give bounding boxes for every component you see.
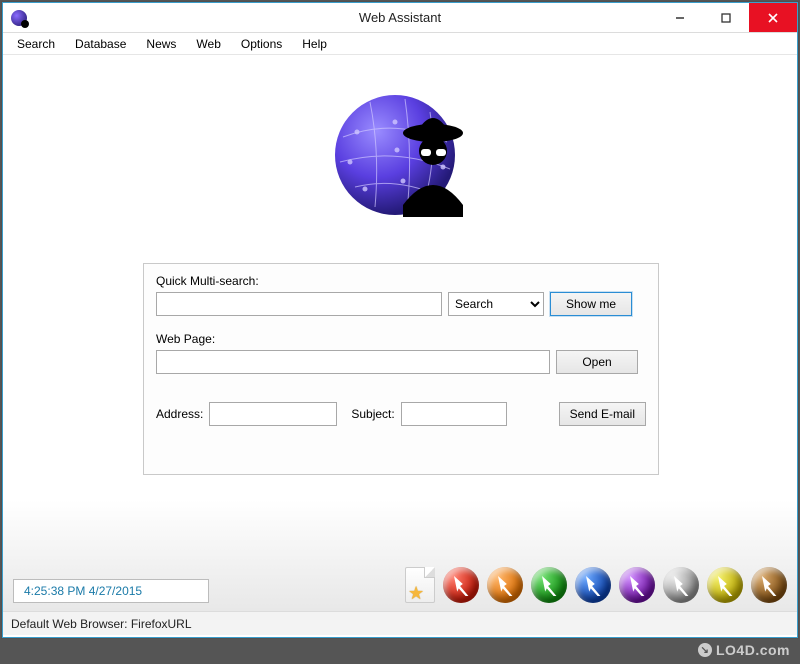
close-button[interactable] [749, 3, 797, 32]
web-page-label: Web Page: [156, 332, 646, 346]
cursor-orb-green-icon[interactable] [531, 567, 567, 603]
clock-display: 4:25:38 PM 4/27/2015 [13, 579, 209, 603]
app-logo-icon [325, 77, 475, 227]
cursor-orb-yellow-icon[interactable] [707, 567, 743, 603]
statusbar: Default Web Browser: FirefoxURL [3, 611, 797, 635]
minimize-button[interactable] [657, 3, 703, 32]
app-icon [11, 10, 27, 26]
menu-options[interactable]: Options [233, 35, 290, 53]
address-input[interactable] [209, 402, 337, 426]
cursor-orb-purple-icon[interactable] [619, 567, 655, 603]
cursor-orb-silver-icon[interactable] [663, 567, 699, 603]
menu-web[interactable]: Web [188, 35, 228, 53]
subject-input[interactable] [401, 402, 507, 426]
content-area: Quick Multi-search: Search Show me Web P… [3, 55, 797, 611]
maximize-icon [721, 13, 731, 23]
bottom-bar: 4:25:38 PM 4/27/2015 [13, 559, 787, 603]
cursor-orb-brown-icon[interactable] [751, 567, 787, 603]
send-email-button[interactable]: Send E-mail [559, 402, 646, 426]
statusbar-text: Default Web Browser: FirefoxURL [11, 617, 192, 631]
watermark: ↘ LO4D.com [698, 642, 790, 658]
menubar: Search Database News Web Options Help [3, 33, 797, 55]
watermark-text: LO4D.com [716, 642, 790, 658]
web-page-input[interactable] [156, 350, 550, 374]
logo-area [3, 55, 797, 227]
address-label: Address: [156, 407, 203, 421]
search-type-select[interactable]: Search [448, 292, 544, 316]
menu-help[interactable]: Help [294, 35, 335, 53]
window-controls [657, 3, 797, 32]
menu-database[interactable]: Database [67, 35, 134, 53]
quick-search-input[interactable] [156, 292, 442, 316]
subject-label: Subject: [351, 407, 394, 421]
cursor-orb-blue-icon[interactable] [575, 567, 611, 603]
watermark-icon: ↘ [698, 643, 712, 657]
maximize-button[interactable] [703, 3, 749, 32]
show-me-button[interactable]: Show me [550, 292, 632, 316]
quick-launch-strip [405, 567, 787, 603]
cursor-orb-orange-icon[interactable] [487, 567, 523, 603]
close-icon [767, 12, 779, 24]
app-window: Web Assistant Search Database News Web O… [2, 2, 798, 638]
menu-news[interactable]: News [138, 35, 184, 53]
titlebar[interactable]: Web Assistant [3, 3, 797, 33]
cursor-orb-red-icon[interactable] [443, 567, 479, 603]
menu-search[interactable]: Search [9, 35, 63, 53]
new-document-icon[interactable] [405, 567, 435, 603]
open-button[interactable]: Open [556, 350, 638, 374]
quick-search-label: Quick Multi-search: [156, 274, 646, 288]
minimize-icon [675, 13, 685, 23]
main-panel: Quick Multi-search: Search Show me Web P… [143, 263, 659, 475]
